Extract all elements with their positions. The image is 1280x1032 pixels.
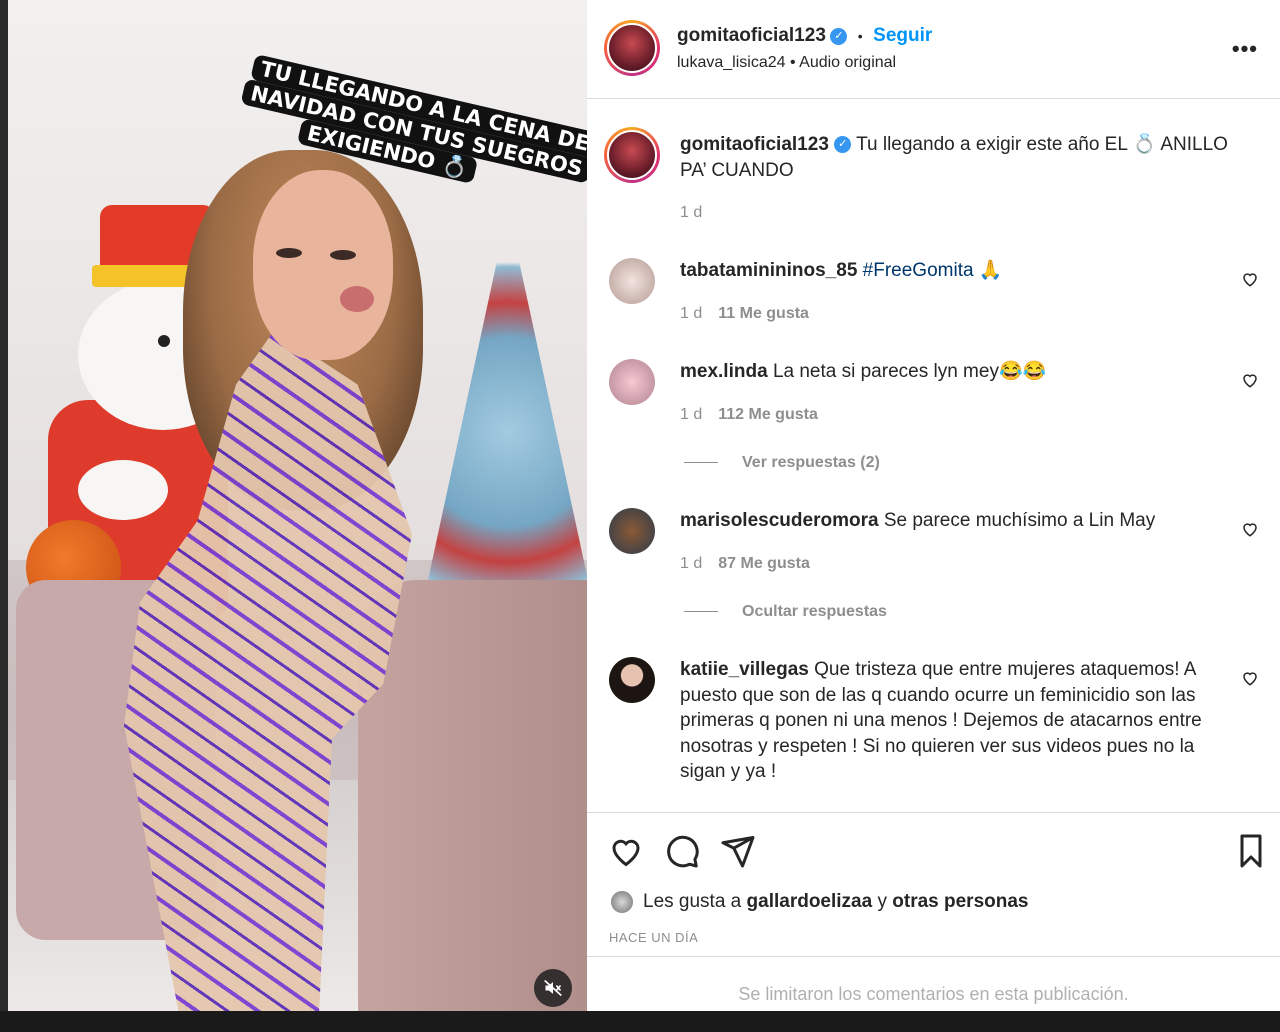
author-username[interactable]: gomitaoficial123 — [677, 25, 826, 46]
caption-avatar[interactable] — [604, 127, 660, 183]
comment-time[interactable]: 1 d — [680, 305, 702, 322]
woman-face — [253, 170, 393, 360]
post-side-panel: gomitaoficial123 ✓ • Seguir lukava_lisic… — [587, 0, 1280, 1011]
speaker-muted-icon — [544, 979, 562, 997]
comment-likes[interactable]: 87 Me gusta — [718, 555, 810, 572]
sofa-right — [358, 580, 587, 1011]
woman-eye — [330, 250, 356, 260]
caption-username[interactable]: gomitaoficial123 — [680, 134, 829, 155]
mute-button[interactable] — [534, 969, 572, 1007]
liker-avatar[interactable] — [609, 889, 635, 915]
comment-likes[interactable]: 112 Me gusta — [718, 406, 818, 423]
heart-icon[interactable] — [1241, 669, 1259, 687]
comment-username[interactable]: katiie_villegas — [680, 659, 809, 680]
comments-limited-notice: Se limitaron los comentarios en esta pub… — [587, 956, 1280, 1011]
bookmark-icon[interactable] — [1233, 833, 1269, 869]
commenter-avatar[interactable] — [609, 508, 655, 554]
commenter-avatar[interactable] — [609, 657, 655, 703]
heart-icon[interactable] — [1241, 520, 1259, 538]
comment-text: Se parece muchísimo a Lin May — [883, 510, 1156, 531]
comment-username[interactable]: tabataminininos_85 — [680, 260, 857, 281]
video-player[interactable]: TU LLEGANDO A LA CENA DE NAVIDAD CON TUS… — [8, 0, 587, 1011]
view-replies-button[interactable]: Ver respuestas (2) — [684, 454, 880, 472]
comment-time[interactable]: 1 d — [680, 406, 702, 423]
woman-lips — [340, 286, 374, 312]
share-icon[interactable] — [720, 833, 756, 869]
author-avatar[interactable] — [604, 20, 660, 76]
header-separator: • — [857, 28, 863, 44]
comment-text-block: katiie_villegas Que tristeza que entre m… — [680, 657, 1225, 785]
verified-badge-icon: ✓ — [834, 136, 852, 154]
audio-original-link[interactable]: Audio original — [799, 54, 896, 71]
hide-replies-label: Ocultar respuestas — [742, 603, 887, 620]
comment-meta: 1 d 11 Me gusta — [680, 305, 809, 323]
comment-likes[interactable]: 11 Me gusta — [718, 305, 809, 322]
bear-paw — [78, 460, 168, 520]
replies-divider — [684, 611, 718, 613]
comments-list[interactable]: gomitaoficial123 ✓ Tu llegando a exigir … — [587, 100, 1280, 812]
heart-icon[interactable] — [1241, 371, 1259, 389]
commenter-avatar[interactable] — [609, 258, 655, 304]
heart-icon[interactable] — [1241, 270, 1259, 288]
liker-username[interactable]: gallardoelizaa — [747, 891, 873, 913]
caption-text-block: gomitaoficial123 ✓ Tu llegando a exigir … — [680, 132, 1240, 183]
comment-meta: 1 d 87 Me gusta — [680, 555, 810, 573]
comment-text[interactable]: #FreeGomita 🙏 — [863, 260, 1003, 281]
comment-text-block: tabataminininos_85 #FreeGomita 🙏 — [680, 258, 1240, 284]
comment-username[interactable]: marisolescuderomora — [680, 510, 879, 531]
audio-separator: • — [789, 54, 796, 71]
bear-eye — [158, 335, 170, 347]
woman-eye — [276, 248, 302, 258]
comment-icon[interactable] — [664, 833, 700, 869]
comment-username[interactable]: mex.linda — [680, 361, 768, 382]
comment-time[interactable]: 1 d — [680, 555, 702, 572]
likes-prefix: Les gusta a — [643, 891, 742, 912]
comment-meta: 1 d 112 Me gusta — [680, 406, 818, 424]
more-options-icon[interactable]: ••• — [1232, 36, 1258, 62]
likes-summary: Les gusta a gallardoelizaa y otras perso… — [609, 889, 1029, 915]
post-header: gomitaoficial123 ✓ • Seguir lukava_lisic… — [587, 0, 1280, 99]
comment-text-block: mex.linda La neta si pareces lyn mey😂😂 — [680, 359, 1240, 385]
view-replies-label: Ver respuestas (2) — [742, 454, 880, 471]
hide-replies-button[interactable]: Ocultar respuestas — [684, 603, 887, 621]
heart-icon[interactable] — [608, 833, 644, 869]
post-actions: Les gusta a gallardoelizaa y otras perso… — [587, 812, 1280, 955]
audio-author-link[interactable]: lukava_lisica24 — [677, 54, 786, 71]
post-modal: TU LLEGANDO A LA CENA DE NAVIDAD CON TUS… — [0, 0, 1280, 1011]
comment-text-block: marisolescuderomora Se parece muchísimo … — [680, 508, 1240, 534]
likes-and: y — [877, 891, 887, 912]
likes-others-link[interactable]: otras personas — [892, 891, 1028, 913]
post-time-ago[interactable]: HACE UN DÍA — [609, 930, 698, 945]
caption-time[interactable]: 1 d — [680, 204, 702, 222]
follow-button[interactable]: Seguir — [873, 25, 932, 46]
background-overlay[interactable] — [0, 0, 8, 1011]
commenter-avatar[interactable] — [609, 359, 655, 405]
verified-badge-icon: ✓ — [830, 28, 848, 46]
comment-text: La neta si pareces lyn mey😂😂 — [772, 361, 1047, 382]
replies-divider — [684, 462, 718, 464]
